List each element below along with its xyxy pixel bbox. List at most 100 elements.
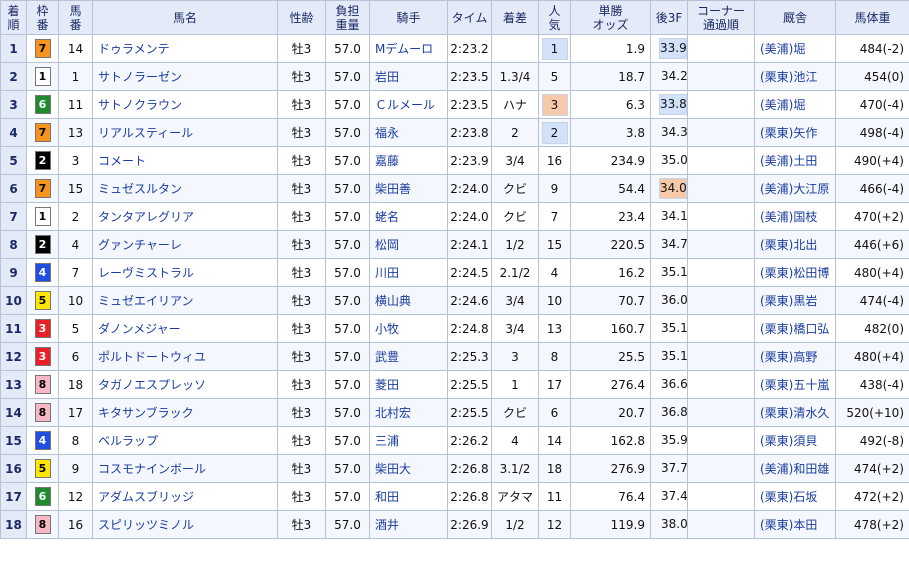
frame-cell: 3 xyxy=(26,314,59,343)
trainer-cell: (栗東)池江 xyxy=(754,62,836,91)
horse-name-link[interactable]: サトノラーゼン xyxy=(98,70,182,84)
result-row: 12 3 6 ポルトドートウィユ 牡3 57.0 武豊 2:25.3 3 8 25.5 35.1 (栗東… xyxy=(0,342,909,371)
jockey-link[interactable]: 小牧 xyxy=(375,322,399,336)
jockey-link[interactable]: 福永 xyxy=(375,126,399,140)
last-3f-value: 33.9 xyxy=(659,38,687,59)
finish-position: 16 xyxy=(0,454,27,483)
last-3f-cell: 38.0 xyxy=(650,510,688,539)
jockey-link[interactable]: Mデムーロ xyxy=(375,42,433,56)
margin: 3/4 xyxy=(491,286,539,315)
margin: 1/2 xyxy=(491,510,539,539)
result-row: 2 1 1 サトノラーゼン 牡3 57.0 岩田 2:23.5 1.3/4 5 18.7 34.2 (栗… xyxy=(0,62,909,91)
finish-position: 13 xyxy=(0,370,27,399)
body-weight: 474(-4) xyxy=(835,286,909,315)
horse-name-link[interactable]: ポルトドートウィユ xyxy=(98,350,206,364)
horse-name-link[interactable]: ベルラップ xyxy=(98,434,158,448)
jockey-link[interactable]: 柴田大 xyxy=(375,462,411,476)
frame-cell: 8 xyxy=(26,510,59,539)
jockey-link[interactable]: 松岡 xyxy=(375,238,399,252)
sex-age: 牡3 xyxy=(277,62,326,91)
trainer-cell: (美浦)和田雄 xyxy=(754,454,836,483)
jockey-link[interactable]: Ｃルメール xyxy=(375,98,435,112)
trainer-link[interactable]: (美浦)大江原 xyxy=(760,182,829,196)
header-margin: 着差 xyxy=(491,0,539,35)
jockey-link[interactable]: 北村宏 xyxy=(375,406,411,420)
sex-age: 牡3 xyxy=(277,314,326,343)
horse-name-link[interactable]: タガノエスプレッソ xyxy=(98,378,206,392)
frame-cell: 7 xyxy=(26,34,59,63)
result-row: 1 7 14 ドゥラメンテ 牡3 57.0 Mデムーロ 2:23.2 1 1.9 33.9 (美浦)堀… xyxy=(0,34,909,63)
body-weight: 498(-4) xyxy=(835,118,909,147)
trainer-link[interactable]: (美浦)堀 xyxy=(760,42,805,56)
trainer-link[interactable]: (栗東)北出 xyxy=(760,238,817,252)
jockey-link[interactable]: 酒井 xyxy=(375,518,399,532)
finish-position: 9 xyxy=(0,258,27,287)
finish-position: 17 xyxy=(0,482,27,511)
jockey-link[interactable]: 菱田 xyxy=(375,378,399,392)
jockey-link[interactable]: 横山典 xyxy=(375,294,411,308)
horse-name-link[interactable]: ミュゼエイリアン xyxy=(98,294,194,308)
jockey-link[interactable]: 柴田善 xyxy=(375,182,411,196)
horse-name-cell: ミュゼエイリアン xyxy=(92,286,278,315)
frame-badge: 7 xyxy=(34,123,51,142)
popularity-cell: 11 xyxy=(538,482,571,511)
last-3f-value: 34.2 xyxy=(661,69,688,83)
horse-name-link[interactable]: ミュゼスルタン xyxy=(98,182,182,196)
horse-name-link[interactable]: ドゥラメンテ xyxy=(98,42,170,56)
horse-name-link[interactable]: ダノンメジャー xyxy=(98,322,181,336)
horse-name-link[interactable]: サトノクラウン xyxy=(98,98,182,112)
jockey-link[interactable]: 武豊 xyxy=(375,350,399,364)
trainer-link[interactable]: (栗東)池江 xyxy=(760,70,817,84)
horse-name-link[interactable]: アダムスブリッジ xyxy=(98,490,194,504)
sex-age: 牡3 xyxy=(277,174,326,203)
corner-positions xyxy=(687,258,755,287)
horse-name-link[interactable]: キタサンブラック xyxy=(98,406,194,420)
win-odds: 1.9 xyxy=(570,34,651,63)
trainer-link[interactable]: (栗東)高野 xyxy=(760,350,817,364)
trainer-link[interactable]: (美浦)土田 xyxy=(760,154,817,168)
trainer-link[interactable]: (美浦)国枝 xyxy=(760,210,817,224)
jockey-link[interactable]: 岩田 xyxy=(375,70,399,84)
body-weight: 480(+4) xyxy=(835,258,909,287)
horse-name-link[interactable]: コスモナインボール xyxy=(98,462,206,476)
result-row: 10 5 10 ミュゼエイリアン 牡3 57.0 横山典 2:24.6 3/4 10 70.7 36.… xyxy=(0,286,909,315)
jockey-link[interactable]: 和田 xyxy=(375,490,399,504)
horse-name-link[interactable]: コメート xyxy=(98,154,146,168)
trainer-link[interactable]: (美浦)堀 xyxy=(760,98,805,112)
jockey-link[interactable]: 川田 xyxy=(375,266,399,280)
trainer-link[interactable]: (栗東)本田 xyxy=(760,518,817,532)
race-time: 2:24.6 xyxy=(447,286,492,315)
trainer-link[interactable]: (栗東)石坂 xyxy=(760,490,817,504)
popularity-cell: 5 xyxy=(538,62,571,91)
trainer-link[interactable]: (美浦)和田雄 xyxy=(760,462,829,476)
jockey-link[interactable]: 蛯名 xyxy=(375,210,399,224)
corner-positions xyxy=(687,314,755,343)
carried-weight: 57.0 xyxy=(325,426,370,455)
finish-position: 5 xyxy=(0,146,27,175)
horse-name-cell: アダムスブリッジ xyxy=(92,482,278,511)
horse-name-link[interactable]: レーヴミストラル xyxy=(98,266,194,280)
trainer-link[interactable]: (栗東)須貝 xyxy=(760,434,817,448)
horse-name-link[interactable]: リアルスティール xyxy=(98,126,193,140)
horse-name-link[interactable]: グァンチャーレ xyxy=(98,238,182,252)
trainer-link[interactable]: (栗東)清水久 xyxy=(760,406,829,420)
trainer-link[interactable]: (栗東)橋口弘 xyxy=(760,322,829,336)
trainer-link[interactable]: (栗東)五十嵐 xyxy=(760,378,829,392)
horse-name-link[interactable]: スピリッツミノル xyxy=(98,518,194,532)
jockey-cell: 松岡 xyxy=(369,230,448,259)
result-row: 14 8 17 キタサンブラック 牡3 57.0 北村宏 2:25.5 クビ 6 20.7 36.8 (… xyxy=(0,398,909,427)
jockey-cell: Ｃルメール xyxy=(369,90,448,119)
trainer-link[interactable]: (栗東)矢作 xyxy=(760,126,817,140)
trainer-cell: (栗東)北出 xyxy=(754,230,836,259)
popularity-value: 16 xyxy=(546,153,563,168)
jockey-link[interactable]: 嘉藤 xyxy=(375,154,399,168)
jockey-cell: 北村宏 xyxy=(369,398,448,427)
jockey-cell: 岩田 xyxy=(369,62,448,91)
trainer-link[interactable]: (栗東)黒岩 xyxy=(760,294,817,308)
popularity-cell: 12 xyxy=(538,510,571,539)
corner-positions xyxy=(687,146,755,175)
trainer-link[interactable]: (栗東)松田博 xyxy=(760,266,829,280)
horse-name-link[interactable]: タンタアレグリア xyxy=(98,210,194,224)
jockey-link[interactable]: 三浦 xyxy=(375,434,399,448)
jockey-cell: 横山典 xyxy=(369,286,448,315)
